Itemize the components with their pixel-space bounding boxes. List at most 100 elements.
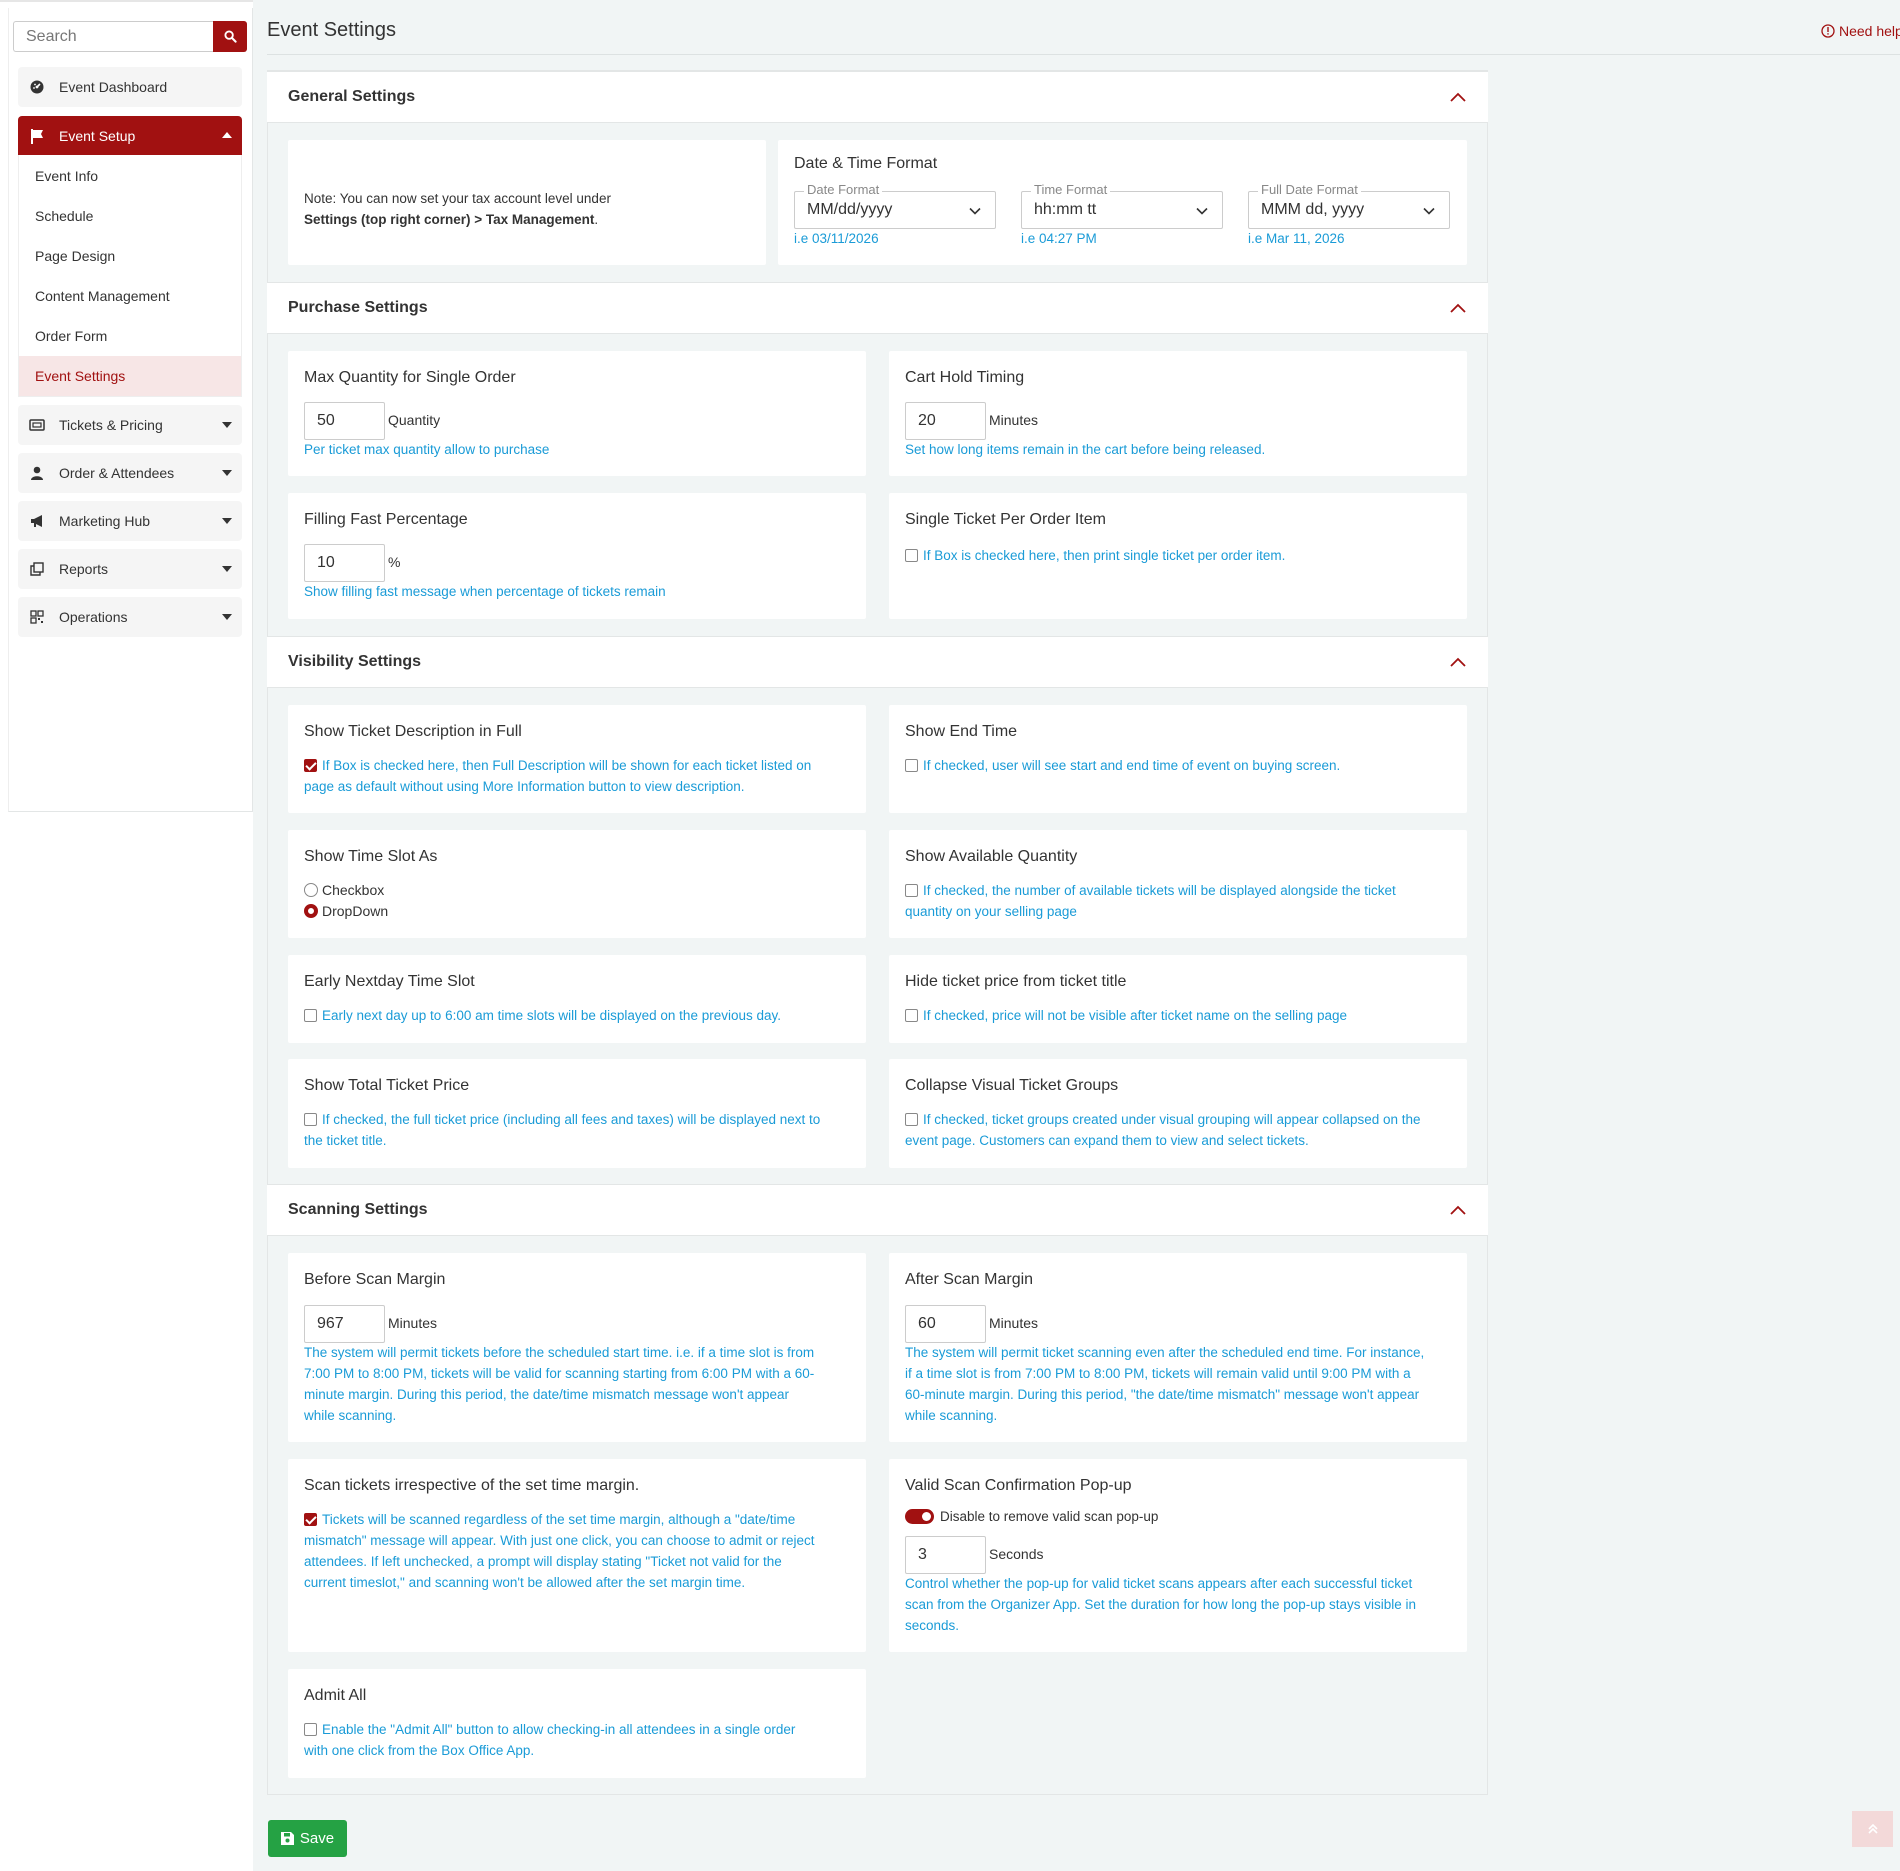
caret-down-icon [222,614,232,620]
time-format-select[interactable]: Time Format hh:mm tt [1021,182,1223,229]
note-end: . [594,212,599,227]
irrespective-card: Scan tickets irrespective of the set tim… [288,1459,866,1652]
desc-full-card: Show Ticket Description in Full If Box i… [288,705,866,813]
hide-price-option: If checked, price will not be visible af… [905,1005,1347,1026]
help-text: The system will permit tickets before th… [304,1345,815,1360]
chevron-down-icon [1423,207,1435,215]
end-time-checkbox[interactable] [905,759,918,772]
sidebar-subitem-schedule[interactable]: Schedule [19,196,241,236]
help-text: 60-minute margin. During this period, "t… [905,1387,1420,1402]
date-format-select[interactable]: Date Format MM/dd/yyyy [794,182,996,229]
sidebar-item-order-attendees[interactable]: Order & Attendees [18,453,242,493]
sidebar-subitem-event-settings[interactable]: Event Settings [19,356,241,396]
general-settings-header[interactable]: General Settings [267,71,1488,123]
available-quantity-checkbox[interactable] [905,884,918,897]
total-price-card: Show Total Ticket Price If checked, the … [288,1059,866,1168]
collapse-groups-checkbox[interactable] [905,1113,918,1126]
help-line: If checked, ticket groups created under … [905,1109,1421,1130]
admit-all-checkbox[interactable] [304,1723,317,1736]
card-title: Filling Fast Percentage [304,511,468,528]
help-text: If checked, the number of available tick… [923,883,1396,898]
early-nextday-checkbox[interactable] [304,1009,317,1022]
time-format-legend: Time Format [1031,182,1111,197]
card-title: Single Ticket Per Order Item [905,511,1106,528]
single-ticket-checkbox[interactable] [905,549,918,562]
desc-full-checkbox[interactable] [304,759,317,772]
copy-icon [28,560,46,578]
help-text: If checked, price will not be visible af… [923,1008,1347,1023]
unit-label: Minutes [989,412,1039,428]
search-button[interactable] [213,21,247,52]
sidebar-item-marketing-hub[interactable]: Marketing Hub [18,501,242,541]
page-title: Event Settings [267,19,396,41]
help-text: If checked, the full ticket price (inclu… [322,1112,821,1127]
help-text: event page. Customers can expand them to… [905,1133,1309,1148]
chevron-up-icon [1450,1205,1466,1215]
sidebar-subitem-content-management[interactable]: Content Management [19,276,241,316]
help-text: 7:00 PM to 8:00 PM, tickets will be vali… [304,1366,815,1381]
admit-all-card: Admit All Enable the "Admit All" button … [288,1669,866,1778]
sidebar-item-operations[interactable]: Operations [18,597,242,637]
sidebar-item-event-dashboard[interactable]: Event Dashboard [18,67,242,107]
card-title: After Scan Margin [905,1271,1034,1288]
popup-toggle-switch[interactable] [905,1509,934,1524]
full-date-format-legend: Full Date Format [1258,182,1361,197]
sidebar-item-tickets-pricing[interactable]: Tickets & Pricing [18,405,242,445]
filling-fast-input[interactable] [304,544,385,582]
help-text: If Box is checked here, then print singl… [923,548,1286,563]
save-label: Save [299,1830,335,1847]
help-text: attendees. If left unchecked, a prompt w… [304,1554,782,1569]
purchase-settings-header[interactable]: Purchase Settings [267,282,1488,334]
sidebar-subitem-order-form[interactable]: Order Form [19,316,241,356]
before-scan-input[interactable] [304,1305,385,1343]
help-text: If Box is checked here, then Full Descri… [322,758,812,773]
hide-price-checkbox[interactable] [905,1009,918,1022]
help-text: If checked, ticket groups created under … [923,1112,1421,1127]
subitem-label: Schedule [35,208,94,224]
save-button[interactable]: Save [268,1820,347,1857]
card-title: Show End Time [905,723,1018,740]
irrespective-checkbox[interactable] [304,1513,317,1526]
card-title: Show Ticket Description in Full [304,723,522,740]
card-title: Scan tickets irrespective of the set tim… [304,1477,640,1494]
note-line: Settings (top right corner) > Tax Manage… [304,209,611,230]
visibility-settings-header[interactable]: Visibility Settings [267,636,1488,688]
total-price-checkbox[interactable] [304,1113,317,1126]
help-line: If Box is checked here, then Full Descri… [304,755,811,776]
max-quantity-input[interactable] [304,402,385,440]
full-date-format-select[interactable]: Full Date Format MMM dd, yyyy [1248,182,1450,229]
tax-note: Note: You can now set your tax account l… [304,188,611,230]
sidebar-search [13,21,247,52]
help-text-block: The system will permit tickets before th… [304,1342,814,1426]
scroll-to-top-button[interactable] [1852,1811,1893,1847]
checkbox-radio[interactable] [304,883,318,897]
help-line: If checked, the number of available tick… [905,880,1396,901]
after-scan-input[interactable] [905,1305,986,1343]
need-help-link[interactable]: Need help [1821,23,1900,39]
card-title: Show Available Quantity [905,848,1078,865]
caret-down-icon [222,422,232,428]
sidebar-subitem-page-design[interactable]: Page Design [19,236,241,276]
qr-icon [28,608,46,626]
sidebar-subitem-event-info[interactable]: Event Info [19,156,241,196]
subitem-label: Content Management [35,288,170,304]
radio-label: Checkbox [322,882,385,898]
help-text: The system will permit ticket scanning e… [905,1345,1425,1360]
scanning-settings-header[interactable]: Scanning Settings [267,1184,1488,1236]
chevron-up-icon [1450,92,1466,102]
search-input[interactable] [13,21,213,52]
search-icon [223,30,237,43]
help-text: If checked, user will see start and end … [923,758,1341,773]
total-price-option: If checked, the full ticket price (inclu… [304,1109,820,1151]
dropdown-radio[interactable] [304,904,318,918]
popup-seconds-input[interactable] [905,1536,986,1574]
before-scan-card: Before Scan Margin Minutes The system wi… [288,1253,866,1442]
caret-up-icon [222,132,232,138]
valid-scan-popup-card: Valid Scan Confirmation Pop-up Disable t… [889,1459,1467,1652]
filling-fast-card: Filling Fast Percentage % Show filling f… [288,493,866,619]
sidebar-item-event-setup[interactable]: Event Setup [18,116,242,156]
sidebar-item-reports[interactable]: Reports [18,549,242,589]
section-title: Visibility Settings [288,653,422,670]
unit-label: Seconds [989,1546,1044,1562]
cart-hold-input[interactable] [905,402,986,440]
